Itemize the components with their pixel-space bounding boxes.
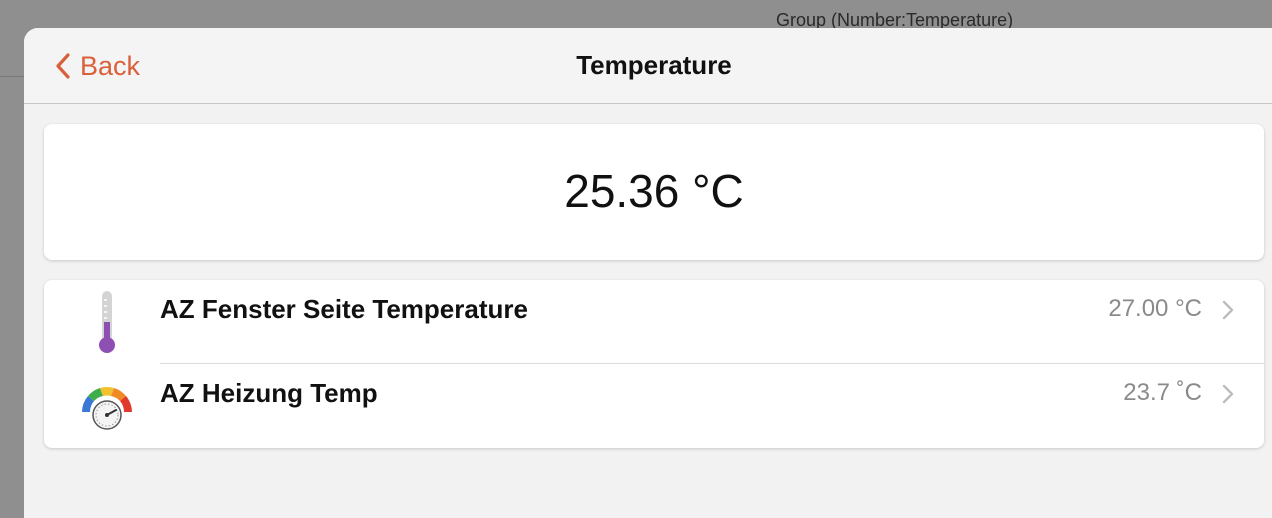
- page-title: Temperature: [576, 50, 732, 80]
- item-value: 27.00 °C: [1108, 295, 1202, 322]
- item-label: AZ Fenster Seite Temperature: [160, 294, 528, 324]
- backdrop-divider: [0, 76, 24, 77]
- navigation-bar: Back Temperature: [24, 28, 1272, 104]
- item-label: AZ Heizung Temp: [160, 378, 378, 408]
- summary-card: 25.36 °C: [44, 124, 1264, 260]
- group-temperature-value: 25.36 °C: [564, 165, 744, 217]
- chevron-right-icon: [1222, 384, 1234, 404]
- list-item[interactable]: AZ Fenster Seite Temperature 27.00 °C: [44, 280, 1264, 364]
- modal-sheet: Back Temperature 25.36 °C AZ Fenster Sei…: [24, 28, 1272, 518]
- chevron-right-icon: [1222, 300, 1234, 320]
- thermometer-icon: [99, 291, 115, 353]
- list-item[interactable]: AZ Heizung Temp 23.7 ˚C: [44, 364, 1264, 448]
- item-value: 23.7 ˚C: [1123, 379, 1202, 406]
- items-list: AZ Fenster Seite Temperature 27.00 °C AZ…: [44, 280, 1264, 448]
- gauge-icon: [82, 387, 132, 430]
